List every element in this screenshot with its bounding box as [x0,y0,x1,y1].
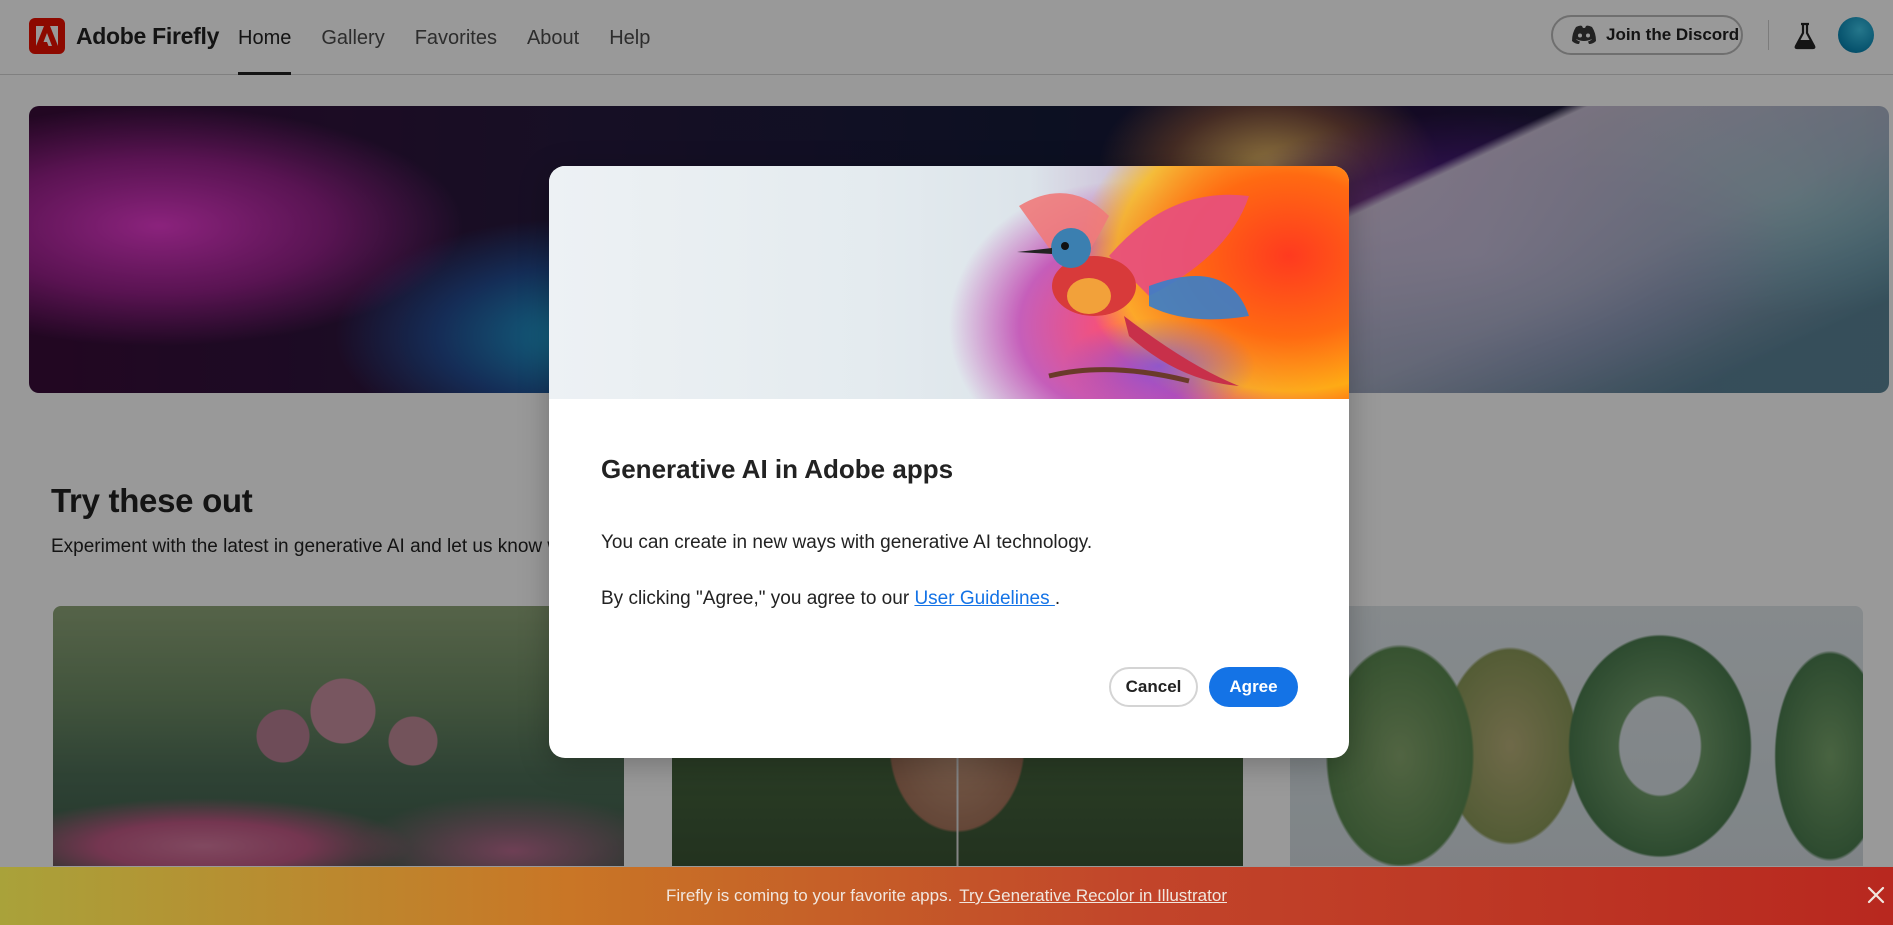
agree-button[interactable]: Agree [1209,667,1298,707]
cancel-button[interactable]: Cancel [1109,667,1198,707]
dialog-agreement-text: By clicking "Agree," you agree to our Us… [601,588,1060,610]
agreement-suffix: . [1054,588,1061,609]
dialog-body-text: You can create in new ways with generati… [601,532,1093,553]
dialog-title: Generative AI in Adobe apps [601,454,954,484]
close-icon[interactable] [1865,884,1887,906]
terms-dialog: Generative AI in Adobe apps You can crea… [549,166,1349,758]
hummingbird-illustration-icon [1017,193,1249,386]
dialog-hero-image [549,166,1349,399]
agreement-prefix: By clicking "Agree," you agree to our [601,588,915,609]
user-guidelines-link[interactable]: User Guidelines [914,588,1054,609]
banner-link[interactable]: Try Generative Recolor in Illustrator [959,886,1227,906]
banner-text: Firefly is coming to your favorite apps. [666,886,953,905]
promo-banner: Firefly is coming to your favorite apps.… [0,867,1893,925]
